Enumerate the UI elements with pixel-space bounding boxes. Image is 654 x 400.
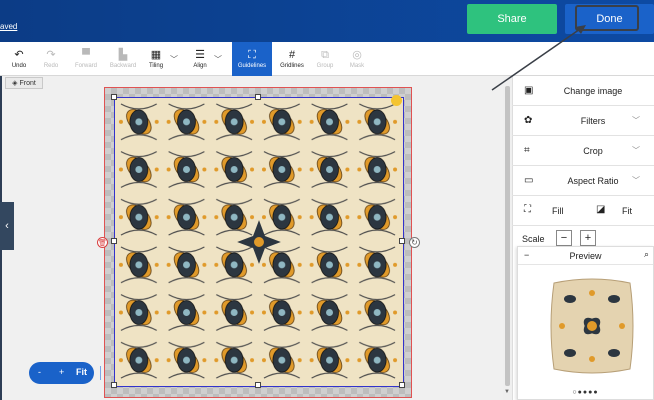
fill-icon: ⛶ — [524, 204, 531, 215]
mask-label: Mask — [349, 63, 365, 69]
scroll-down-icon[interactable]: ▼ — [504, 389, 510, 395]
scrollbar-thumb[interactable] — [505, 86, 510, 386]
resize-handle-bottom-left[interactable] — [111, 382, 117, 388]
undo-label: Undo — [11, 63, 27, 69]
send-backward-icon: ▙ — [118, 49, 128, 61]
header-bar: aved Share Done — [0, 0, 654, 42]
chevron-down-icon: ﹀ — [632, 116, 640, 125]
fill-button[interactable]: Fill — [552, 206, 564, 216]
zoom-icon[interactable]: ⌕ — [644, 249, 649, 260]
backward-button[interactable]: ▙ Backward — [106, 42, 140, 76]
done-highlight-box — [575, 5, 639, 31]
chevron-down-icon[interactable]: ﹀ — [214, 54, 222, 65]
preview-carousel-dots[interactable]: ○●●●● — [518, 389, 653, 396]
sidebar-toggle[interactable]: ‹ — [0, 202, 14, 250]
resize-handle-left[interactable] — [111, 238, 117, 244]
tiling-label: Tiling — [148, 63, 164, 69]
resize-handle-top[interactable] — [255, 94, 261, 100]
guidelines-label: Guidelines — [237, 63, 267, 69]
guidelines-button[interactable]: ⛶ Guidelines — [232, 42, 272, 76]
group-button[interactable]: ⧉ Group — [312, 42, 338, 76]
zoom-out-button[interactable]: - — [38, 367, 41, 377]
saved-link[interactable]: aved — [0, 22, 17, 31]
tiling-button[interactable]: ▦ Tiling — [144, 42, 168, 76]
forward-button[interactable]: ▀ Forward — [70, 42, 102, 76]
change-image-button[interactable]: ▣ Change image — [512, 76, 654, 106]
scale-down-button[interactable]: − — [556, 230, 572, 246]
guidelines-icon: ⛶ — [248, 49, 256, 61]
crop-icon: ⌗ — [524, 145, 530, 156]
redo-icon: ↷ — [46, 49, 56, 61]
aspect-ratio-row[interactable]: ▭ Aspect Ratio ﹀ — [512, 166, 654, 196]
zoom-fit-button[interactable]: Fit — [76, 367, 87, 377]
undo-icon: ↶ — [14, 49, 24, 61]
gridlines-button[interactable]: # Gridlines — [276, 42, 308, 76]
bring-forward-icon: ▀ — [82, 49, 90, 61]
gridlines-label: Gridlines — [280, 63, 304, 69]
align-label: Align — [193, 63, 207, 69]
group-label: Group — [316, 63, 334, 69]
gridlines-icon: # — [288, 49, 296, 61]
layers-icon: ◈ — [12, 80, 18, 87]
preview-panel: − Preview ⌕ ○●●●● — [517, 246, 654, 400]
fill-fit-row: ⛶ Fill ◪ Fit — [512, 196, 654, 226]
chevron-down-icon: ﹀ — [632, 146, 640, 155]
mask-button[interactable]: ◎ Mask — [344, 42, 370, 76]
resize-handle-bottom-right[interactable] — [399, 382, 405, 388]
mask-icon: ◎ — [352, 49, 362, 61]
delete-icon[interactable]: 🗑 — [97, 237, 108, 248]
scale-up-button[interactable]: + — [580, 230, 596, 246]
forward-label: Forward — [74, 63, 97, 69]
fit-icon: ◪ — [596, 204, 606, 215]
scale-label: Scale — [522, 234, 545, 244]
zoom-divider — [100, 366, 101, 380]
crop-row[interactable]: ⌗ Crop ﹀ — [512, 136, 654, 166]
side-tab-label: Front — [19, 79, 36, 87]
share-button[interactable]: Share — [467, 4, 557, 34]
zoom-control: - + Fit — [29, 362, 101, 384]
filters-row[interactable]: ✿ Filters ﹀ — [512, 106, 654, 136]
side-tab-front[interactable]: ◈ Front — [5, 77, 43, 89]
preview-header: − Preview ⌕ — [518, 247, 653, 265]
group-icon: ⧉ — [321, 49, 329, 61]
tiling-icon: ▦ — [150, 49, 162, 61]
zoom-in-button[interactable]: + — [59, 367, 64, 377]
filters-icon: ✿ — [524, 115, 533, 126]
image-icon: ▣ — [524, 85, 534, 96]
fit-button[interactable]: Fit — [622, 206, 632, 216]
redo-button[interactable]: ↷ Redo — [38, 42, 64, 76]
redo-label: Redo — [43, 63, 59, 69]
chevron-left-icon: ‹ — [5, 220, 9, 232]
resize-handle-top-left[interactable] — [111, 94, 117, 100]
backward-label: Backward — [109, 63, 137, 69]
rotate-icon[interactable]: ↻ — [409, 237, 420, 248]
scale-row: Scale − + — [512, 228, 654, 248]
chevron-down-icon: ﹀ — [632, 176, 640, 185]
change-image-label: Change image — [563, 85, 623, 96]
design-image[interactable] — [114, 97, 404, 387]
chevron-down-icon[interactable]: ﹀ — [170, 54, 178, 65]
resize-handle-bottom[interactable] — [255, 382, 261, 388]
corner-handle[interactable] — [391, 95, 402, 106]
aspect-ratio-icon: ▭ — [524, 175, 534, 186]
undo-button[interactable]: ↶ Undo — [6, 42, 32, 76]
editor-toolbar: ↶ Undo ↷ Redo ▀ Forward ▙ Backward ▦ Til… — [0, 42, 654, 76]
pillow-preview-image[interactable] — [546, 269, 638, 383]
resize-handle-right[interactable] — [399, 238, 405, 244]
align-button[interactable]: ☰ Align — [188, 42, 212, 76]
align-icon: ☰ — [195, 49, 205, 61]
preview-title: Preview — [569, 251, 602, 261]
